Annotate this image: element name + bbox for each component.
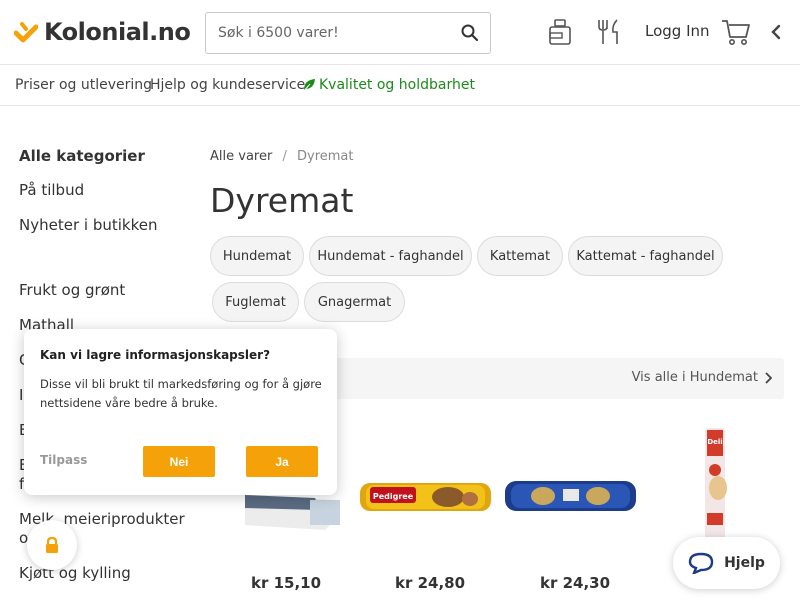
search-box xyxy=(205,12,491,54)
product-stick-brand: Deli xyxy=(707,438,722,446)
chip-hundemat[interactable]: Hundemat xyxy=(210,236,304,276)
sidebar-item-offers[interactable]: På tilbud xyxy=(19,181,84,199)
logo-text: Kolonial.no xyxy=(44,18,191,46)
recipes-jar-icon[interactable] xyxy=(545,16,575,48)
help-chat-button[interactable]: Hjelp xyxy=(673,537,780,589)
cutlery-icon[interactable] xyxy=(595,16,625,48)
sidebar-item-news[interactable]: Nyheter i butikken xyxy=(19,216,157,234)
chip-kattemat[interactable]: Kattemat xyxy=(477,236,563,276)
help-service-link[interactable]: Hjelp og kundeservice xyxy=(150,77,305,93)
cookie-consent-dialog: Kan vi lagre informasjonskapsler? Disse … xyxy=(24,329,337,495)
chat-bubble-icon xyxy=(688,552,714,574)
cookie-description: Disse vil bli brukt til markedsføring og… xyxy=(40,377,322,410)
lock-icon xyxy=(46,536,58,553)
breadcrumb-separator: / xyxy=(282,149,287,164)
chevron-right-icon xyxy=(765,371,772,384)
sub-navigation: Priser og utlevering Hjelp og kundeservi… xyxy=(0,65,800,106)
login-link[interactable]: Logg Inn xyxy=(645,22,710,40)
sidebar-item-partial[interactable]: I xyxy=(19,386,23,404)
logo[interactable]: Kolonial.no xyxy=(14,18,191,46)
breadcrumb: Alle varer / Dyremat xyxy=(210,149,353,164)
privacy-lock-button[interactable] xyxy=(27,520,77,570)
sidebar-item-all[interactable]: Alle kategorier xyxy=(19,147,145,165)
logo-check-icon xyxy=(14,22,38,43)
product-blue-sausage-image[interactable] xyxy=(503,476,638,516)
search-icon[interactable] xyxy=(460,23,480,43)
view-all-label: Vis alle i Hundemat xyxy=(631,370,758,385)
cart-icon[interactable] xyxy=(720,16,752,48)
product-pedigree-image[interactable]: Pedigree xyxy=(358,477,493,517)
cookie-yes-button[interactable]: Ja xyxy=(246,446,318,477)
page-title: Dyremat xyxy=(210,181,354,220)
product-blue-sausage-price: kr 24,30 xyxy=(540,574,611,592)
quality-link-label: Kvalitet og holdbarhet xyxy=(319,77,475,93)
cookie-no-button[interactable]: Nei xyxy=(143,446,215,477)
sidebar-item-fruit[interactable]: Frukt og grønt xyxy=(19,281,125,299)
chip-hundemat-faghandel[interactable]: Hundemat - faghandel xyxy=(309,236,472,276)
product-pedigree-brand: Pedigree xyxy=(373,492,414,501)
top-header: Kolonial.no Logg Inn xyxy=(0,0,800,65)
help-label: Hjelp xyxy=(724,555,765,571)
chip-gnagermat[interactable]: Gnagermat xyxy=(304,282,405,322)
prices-delivery-link[interactable]: Priser og utlevering xyxy=(15,77,152,93)
product-pedigree-price: kr 24,80 xyxy=(395,574,466,592)
chip-fuglemat[interactable]: Fuglemat xyxy=(212,282,299,322)
chevron-left-icon[interactable] xyxy=(766,16,786,48)
leaf-icon xyxy=(303,79,315,92)
search-input[interactable] xyxy=(218,13,448,53)
cookie-customize-link[interactable]: Tilpass xyxy=(40,453,87,467)
view-all-link[interactable]: Vis alle i Hundemat xyxy=(632,370,772,385)
chip-kattemat-faghandel[interactable]: Kattemat - faghandel xyxy=(568,236,723,276)
product-1-price: kr 15,10 xyxy=(251,574,322,592)
product-stick-image[interactable]: Deli xyxy=(695,428,735,540)
cookie-question: Kan vi lagre informasjonskapsler? xyxy=(40,348,271,362)
breadcrumb-current: Dyremat xyxy=(296,149,354,164)
sidebar-item-meat[interactable]: Kjøtt og kylling xyxy=(19,564,131,582)
breadcrumb-root[interactable]: Alle varer xyxy=(210,149,272,164)
quality-link[interactable]: Kvalitet og holdbarhet xyxy=(302,77,475,93)
